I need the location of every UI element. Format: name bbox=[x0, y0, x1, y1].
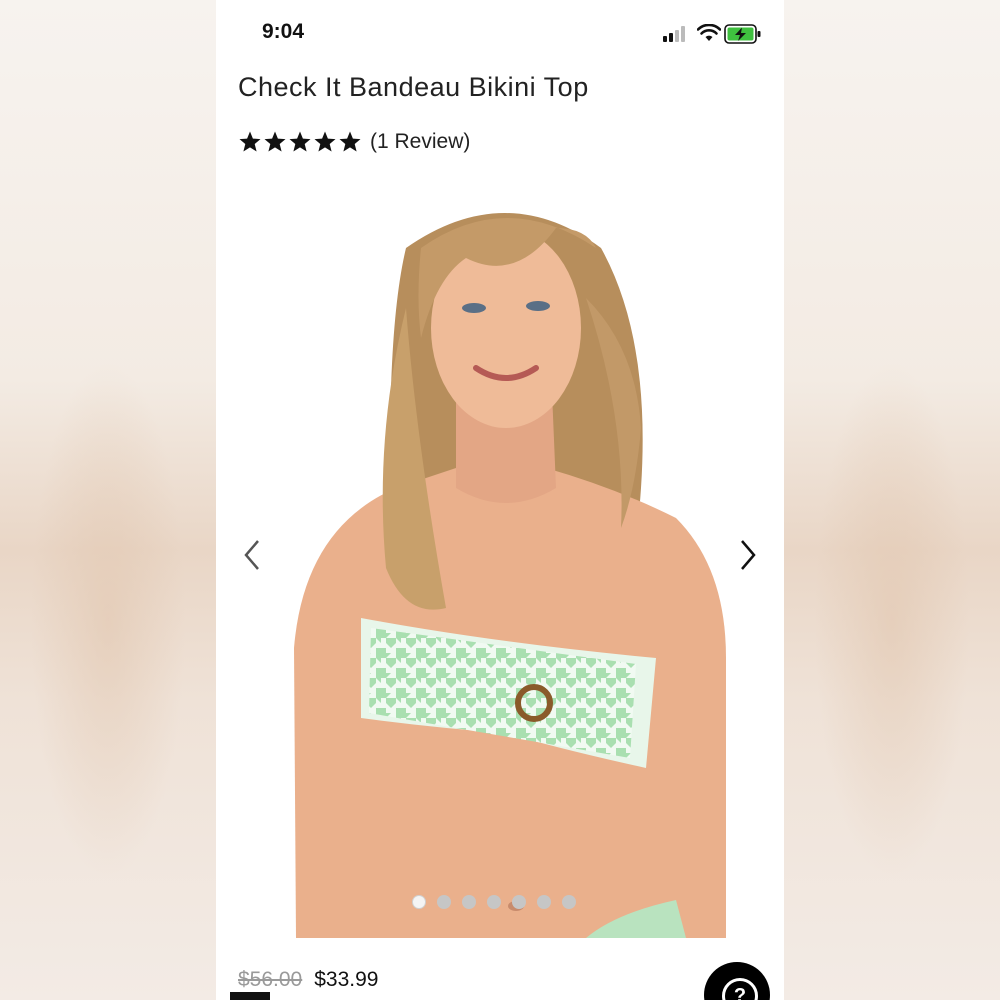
original-price: $56.00 bbox=[238, 968, 303, 991]
status-bar: 9:04 bbox=[216, 0, 784, 64]
gallery-dot[interactable] bbox=[512, 895, 526, 909]
product-title: Check It Bandeau Bikini Top bbox=[238, 72, 589, 102]
battery-charging-icon bbox=[724, 24, 761, 44]
star-icon bbox=[339, 131, 361, 152]
star-icon bbox=[239, 131, 261, 152]
star-icon bbox=[264, 131, 286, 152]
blurred-backdrop-right bbox=[784, 0, 1000, 1000]
star-icon bbox=[289, 131, 311, 152]
rating-row[interactable]: (1 Review) bbox=[238, 127, 470, 157]
previous-image-arrow-icon[interactable] bbox=[240, 538, 264, 572]
bottom-left-tab[interactable] bbox=[230, 992, 270, 1000]
wifi-icon bbox=[697, 24, 721, 41]
gallery-pagination-dots bbox=[412, 895, 576, 909]
blurred-backdrop-left bbox=[0, 0, 216, 1000]
star-rating bbox=[238, 130, 362, 154]
gallery-dot[interactable] bbox=[562, 895, 576, 909]
product-image-gallery[interactable] bbox=[216, 188, 784, 940]
gallery-dot[interactable] bbox=[412, 895, 426, 909]
gallery-dot[interactable] bbox=[537, 895, 551, 909]
sale-price: $33.99 bbox=[314, 968, 379, 991]
status-time: 9:04 bbox=[262, 20, 305, 43]
help-button[interactable]: ? bbox=[704, 962, 770, 1000]
gallery-dot[interactable] bbox=[462, 895, 476, 909]
phone-screen: 9:04 Check It Bandeau Bikini Top (1 Revi… bbox=[216, 0, 784, 1000]
question-mark-icon: ? bbox=[722, 978, 758, 1000]
star-icon bbox=[314, 131, 336, 152]
price-row: $56.00 $33.99 bbox=[238, 968, 378, 992]
review-count-link[interactable]: (1 Review) bbox=[370, 130, 470, 154]
gallery-dot[interactable] bbox=[437, 895, 451, 909]
gallery-dot[interactable] bbox=[487, 895, 501, 909]
cellular-signal-icon bbox=[663, 26, 685, 42]
next-image-arrow-icon[interactable] bbox=[736, 538, 760, 572]
product-photo bbox=[256, 188, 744, 938]
